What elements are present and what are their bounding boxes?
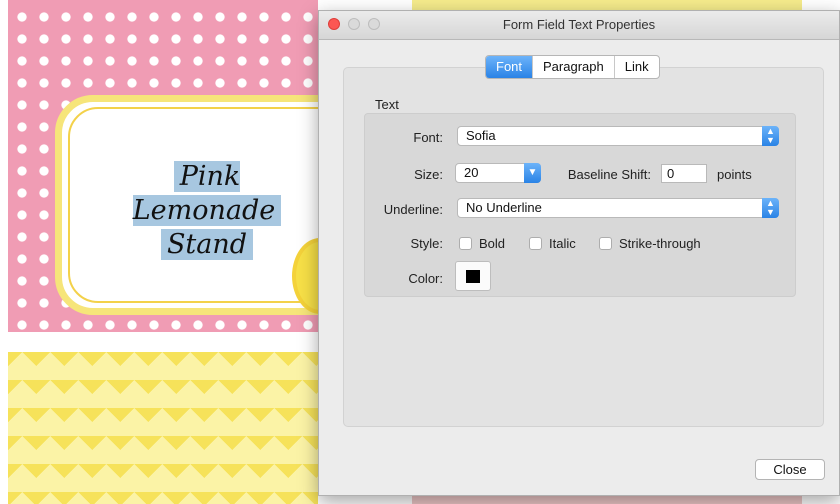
title-bar[interactable]: Form Field Text Properties xyxy=(319,11,839,40)
updown-chevron-icon: ▲ ▼ xyxy=(762,198,779,218)
strike-through-checkbox[interactable] xyxy=(599,237,612,250)
font-label: Font: xyxy=(413,130,443,145)
color-well-button[interactable] xyxy=(455,261,491,291)
size-label: Size: xyxy=(414,167,443,182)
underline-select[interactable]: No Underline ▲ ▼ xyxy=(457,198,779,218)
color-label: Color: xyxy=(408,271,443,286)
baseline-shift-input[interactable]: 0 xyxy=(661,164,707,183)
color-swatch xyxy=(466,270,480,283)
baseline-unit-label: points xyxy=(717,167,752,182)
underline-label: Underline: xyxy=(383,202,443,217)
italic-label[interactable]: Italic xyxy=(549,236,576,251)
form-field-text[interactable]: Pink Lemonade Stand xyxy=(100,160,314,262)
chevron-background xyxy=(8,352,318,504)
label-line-1: Pink Lemonade xyxy=(132,161,282,226)
updown-chevron-icon: ▲ ▼ xyxy=(762,126,779,146)
tab-font[interactable]: Font xyxy=(486,56,533,78)
baseline-shift-label: Baseline Shift: xyxy=(567,167,651,182)
chevron-down-icon[interactable]: ▼ xyxy=(524,163,541,183)
window-title: Form Field Text Properties xyxy=(502,17,656,32)
label-line-2: Stand xyxy=(160,229,254,260)
text-section-title: Text xyxy=(375,97,399,112)
bold-label[interactable]: Bold xyxy=(479,236,505,251)
font-select[interactable]: Sofia ▲ ▼ xyxy=(457,126,779,146)
bold-checkbox[interactable] xyxy=(459,237,472,250)
size-combo[interactable]: 20 ▼ xyxy=(455,163,541,183)
style-label: Style: xyxy=(410,236,443,251)
close-button[interactable]: Close xyxy=(755,459,825,480)
underline-select-value: No Underline xyxy=(466,200,542,215)
tab-link[interactable]: Link xyxy=(613,56,659,78)
tab-paragraph[interactable]: Paragraph xyxy=(532,56,614,78)
strike-through-label[interactable]: Strike-through xyxy=(619,236,701,251)
size-value: 20 xyxy=(464,165,479,180)
tab-bar: Font Paragraph Link xyxy=(485,55,660,79)
form-field-text-properties-dialog: Form Field Text Properties Font Paragrap… xyxy=(318,10,840,496)
font-select-value: Sofia xyxy=(466,128,496,143)
italic-checkbox[interactable] xyxy=(529,237,542,250)
